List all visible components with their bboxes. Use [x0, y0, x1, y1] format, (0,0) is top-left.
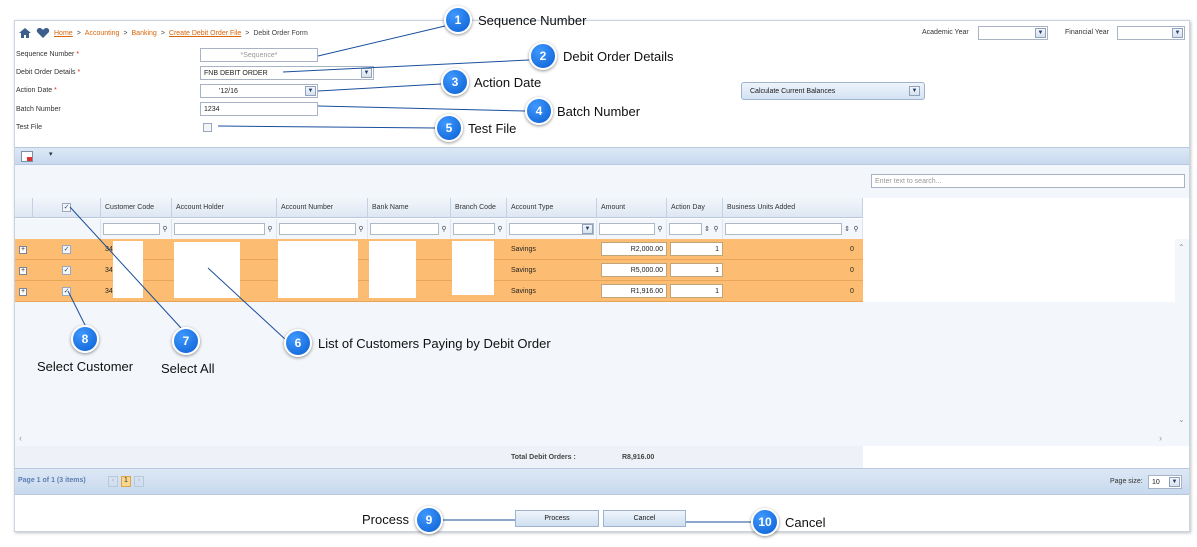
callout-1-label: Sequence Number [478, 13, 587, 28]
callout-7: 7 [172, 327, 200, 355]
callout-10-label: Cancel [785, 515, 826, 530]
callout-4: 4 [525, 97, 553, 125]
callout-2-label: Debit Order Details [563, 49, 674, 64]
callout-10: 10 [751, 508, 779, 536]
callout-9-label: Process [362, 512, 409, 527]
callout-8-label: Select Customer [37, 359, 134, 374]
callout-3-label: Action Date [474, 75, 542, 90]
callout-1: 1 [444, 6, 472, 34]
callout-9: 9 [415, 506, 443, 534]
callout-3: 3 [441, 68, 469, 96]
callout-6: 6 [284, 329, 312, 357]
callout-2: 2 [529, 42, 557, 70]
callout-5: 5 [435, 114, 463, 142]
callout-6-label: List of Customers Paying by Debit Order [318, 336, 551, 351]
callout-4-label: Batch Number [557, 104, 641, 119]
callout-leader-lines [67, 25, 751, 523]
callout-7-label: Select All [161, 361, 215, 376]
callout-8: 8 [71, 325, 99, 353]
callout-5-label: Test File [468, 121, 517, 136]
